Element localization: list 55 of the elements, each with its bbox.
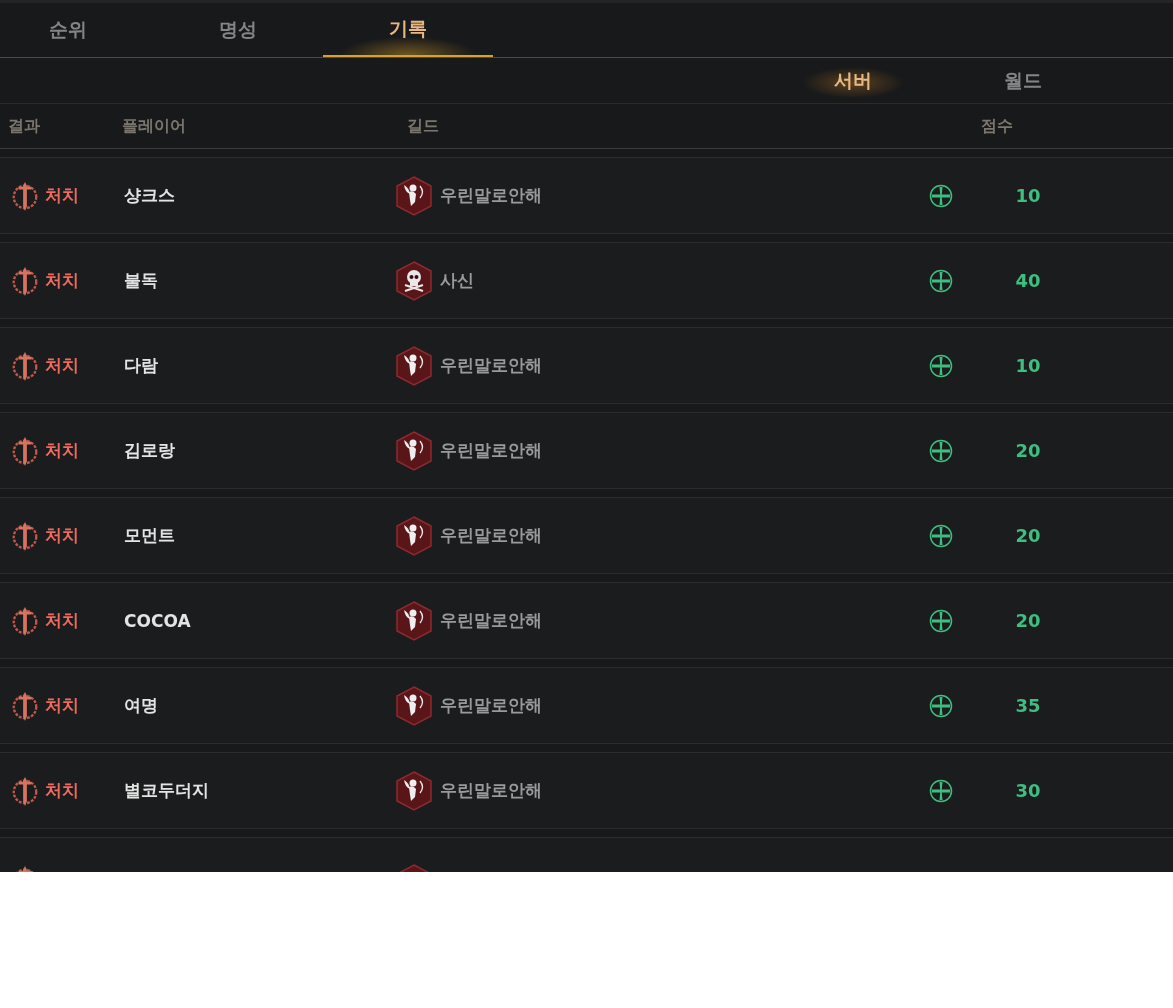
guild-name: 우린말로안해 xyxy=(440,694,542,717)
guild-emblem-icon xyxy=(396,685,432,726)
result-text: 처치 xyxy=(45,524,79,547)
guild-name: 우린말로안해 xyxy=(440,439,542,462)
guild-name: 우린말로안해 xyxy=(440,184,542,207)
result-text: 처치 xyxy=(45,609,79,632)
result-text: 처치 xyxy=(45,269,79,292)
result-text: 처치 xyxy=(45,439,79,462)
cross-circle-icon xyxy=(929,438,953,463)
result-text: 처치 xyxy=(45,354,79,377)
cross-circle-icon xyxy=(929,608,953,633)
cross-circle-icon xyxy=(929,353,953,378)
score-value: 20 xyxy=(1014,440,1042,461)
guild-name: 우린말로안해 xyxy=(440,524,542,547)
score-value: 20 xyxy=(1014,525,1042,546)
player-name: 여명 xyxy=(124,694,159,717)
cross-circle-icon xyxy=(929,183,953,208)
player-name: 샹크스 xyxy=(124,184,176,207)
player-name: 다람 xyxy=(124,354,159,377)
guild-emblem-icon xyxy=(396,260,432,301)
guild-emblem-icon xyxy=(396,430,432,471)
score-value: 10 xyxy=(1014,355,1042,376)
column-header: 길드 xyxy=(407,115,440,137)
result-text: 처치 xyxy=(45,779,79,802)
column-header: 점수 xyxy=(980,115,1014,137)
result-text: 처치 xyxy=(45,694,79,717)
player-name: 불독 xyxy=(124,269,159,292)
guild-emblem-icon xyxy=(396,515,432,556)
score-value: 10 xyxy=(1014,185,1042,206)
cross-circle-icon xyxy=(929,523,953,548)
guild-name: 우린말로안해 xyxy=(440,609,542,632)
result-text: 처치 xyxy=(45,184,79,207)
column-header: 플레이어 xyxy=(122,115,187,137)
cross-circle-icon xyxy=(929,693,953,718)
guild-name: 사신 xyxy=(440,269,474,292)
tab[interactable]: 순위 xyxy=(0,3,153,57)
guild-emblem-icon xyxy=(396,600,432,641)
guild-name: 우린말로안해 xyxy=(440,779,542,802)
player-name: 모먼트 xyxy=(124,524,176,547)
cross-circle-icon xyxy=(929,778,953,803)
tab[interactable]: 명성 xyxy=(153,3,323,57)
player-name: 별코두더지 xyxy=(124,779,210,802)
score-value: 20 xyxy=(1014,610,1042,631)
player-name: COCOA xyxy=(124,610,192,631)
guild-name: 우린말로안해 xyxy=(440,354,542,377)
guild-emblem-icon xyxy=(396,175,432,216)
column-header: 결과 xyxy=(8,115,41,137)
scope-tab[interactable]: 월드 xyxy=(938,58,1108,103)
guild-emblem-icon xyxy=(396,345,432,386)
cross-circle-icon xyxy=(929,268,953,293)
score-value: 35 xyxy=(1014,695,1042,716)
score-value: 30 xyxy=(1014,780,1042,801)
guild-emblem-icon xyxy=(396,770,432,811)
score-value: 40 xyxy=(1014,270,1042,291)
player-name: 김로랑 xyxy=(124,439,176,462)
